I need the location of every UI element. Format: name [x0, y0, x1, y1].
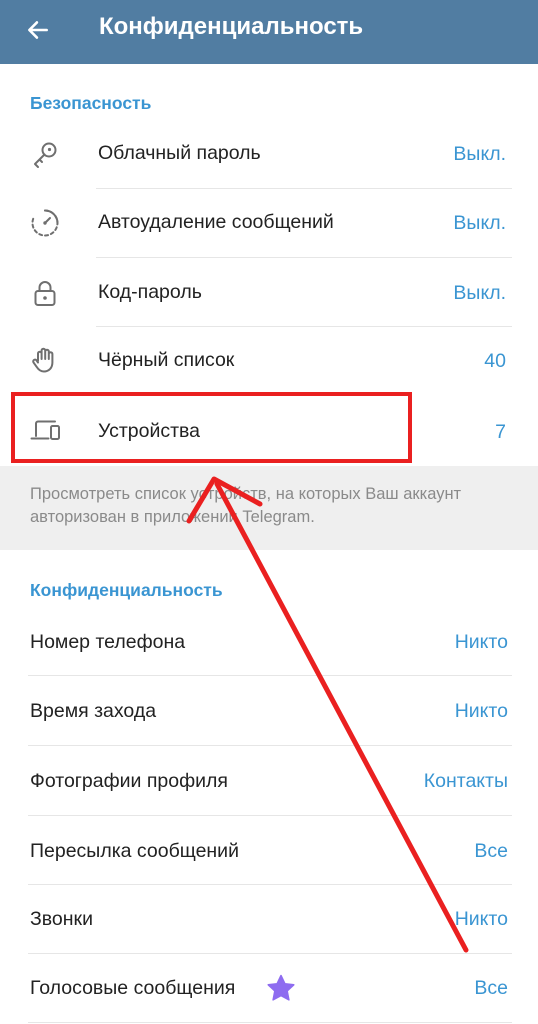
row-voice-messages[interactable]: Голосовые сообщения Все — [0, 954, 538, 1022]
page-title: Конфиденциальность — [99, 13, 364, 40]
lock-icon — [25, 273, 65, 313]
row-label: Автоудаление сообщений — [98, 211, 334, 233]
annotation-highlight-box — [11, 392, 412, 463]
row-label: Звонки — [30, 908, 93, 930]
row-calls[interactable]: Звонки Никто — [0, 885, 538, 953]
row-last-seen[interactable]: Время захода Никто — [0, 676, 538, 745]
divider — [28, 1022, 512, 1023]
row-label: Чёрный список — [98, 349, 235, 371]
row-forwarded-messages[interactable]: Пересылка сообщений Все — [0, 816, 538, 884]
row-value: Выкл. — [453, 143, 506, 165]
row-auto-delete[interactable]: Автоудаление сообщений Выкл. — [0, 189, 538, 257]
row-value: Все — [474, 840, 508, 862]
row-value: Выкл. — [453, 212, 506, 234]
back-button[interactable] — [14, 8, 62, 56]
row-value: Контакты — [423, 770, 508, 792]
row-label: Голосовые сообщения — [30, 977, 236, 999]
row-label: Пересылка сообщений — [30, 840, 239, 862]
row-cloud-password[interactable]: Облачный пароль Выкл. — [0, 122, 538, 188]
row-profile-photos[interactable]: Фотографии профиля Контакты — [0, 746, 538, 815]
row-value: 40 — [484, 350, 506, 372]
row-value: Выкл. — [453, 282, 506, 304]
key-icon — [25, 134, 65, 174]
row-label: Время захода — [30, 700, 157, 722]
section-header-privacy: Конфиденциальность — [30, 580, 223, 600]
row-label: Фотографии профиля — [30, 770, 228, 792]
section-header-security: Безопасность — [30, 93, 152, 113]
row-label: Код-пароль — [98, 281, 202, 303]
row-phone-number[interactable]: Номер телефона Никто — [0, 607, 538, 675]
row-label: Номер телефона — [30, 631, 186, 653]
premium-star-icon — [266, 974, 296, 1007]
row-value: Никто — [454, 631, 508, 653]
row-passcode[interactable]: Код-пароль Выкл. — [0, 258, 538, 326]
arrow-left-icon — [25, 17, 51, 48]
timer-icon — [25, 203, 65, 243]
row-value: Все — [474, 977, 508, 999]
hand-icon — [25, 340, 65, 380]
row-blocked-users[interactable]: Чёрный список 40 — [0, 327, 538, 395]
row-value: Никто — [454, 700, 508, 722]
row-value: Никто — [454, 908, 508, 930]
row-label: Облачный пароль — [98, 142, 261, 164]
app-bar: Конфиденциальность — [0, 0, 538, 64]
devices-footer-note: Просмотреть список устройств, на которых… — [0, 466, 538, 550]
row-value: 7 — [495, 421, 506, 443]
footer-text: Просмотреть список устройств, на которых… — [30, 485, 462, 526]
